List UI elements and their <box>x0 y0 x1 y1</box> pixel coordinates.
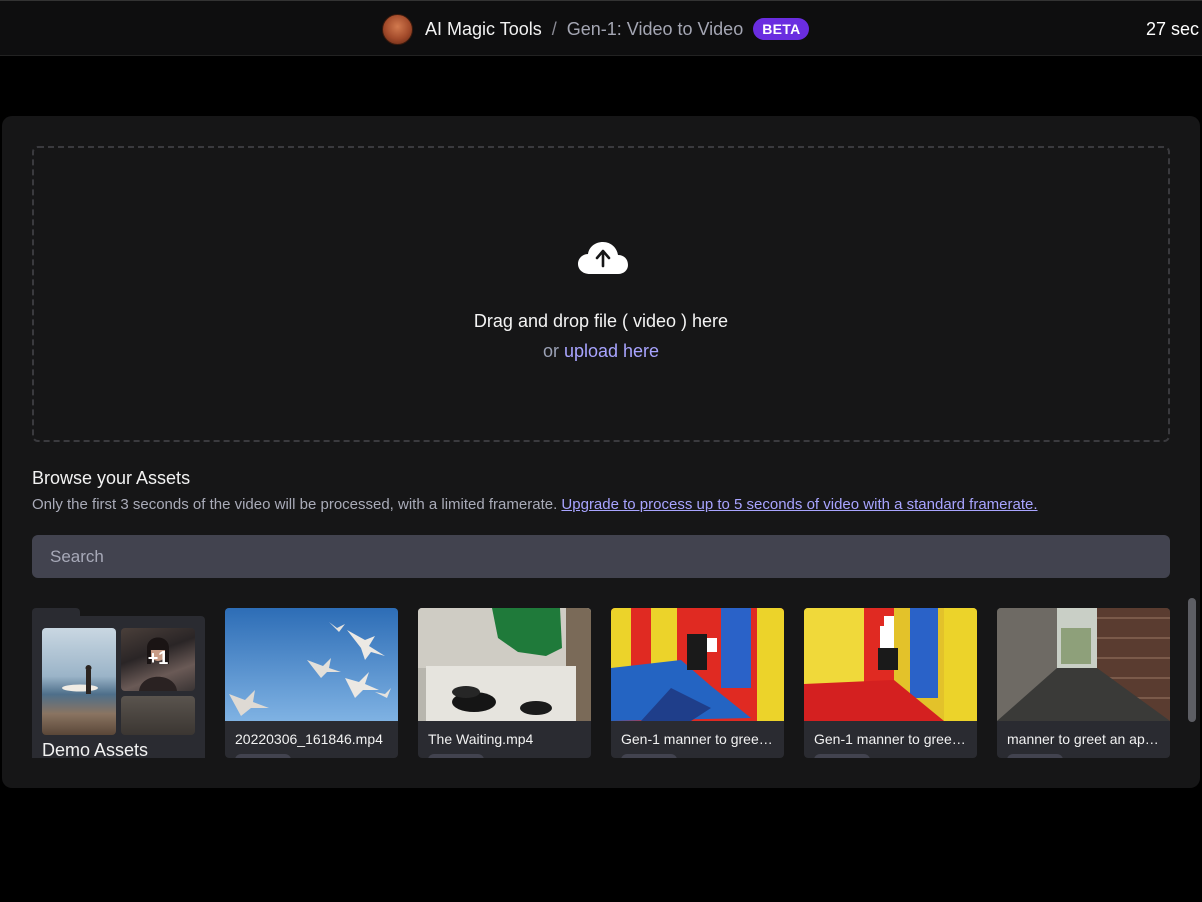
asset-thumbnail-cartoon-hallway <box>804 608 977 721</box>
demo-assets-folder[interactable]: +1 Demo Assets <box>32 608 205 760</box>
asset-title: 20220306_161846.mp4 <box>235 731 383 747</box>
asset-card[interactable]: manner to greet an appl... <box>997 608 1170 758</box>
folder-name: Demo Assets <box>42 740 149 760</box>
user-avatar[interactable] <box>382 13 413 45</box>
cloud-upload-icon <box>578 242 628 274</box>
dropzone-upload-line: or upload here <box>34 341 1168 362</box>
asset-card[interactable]: Gen-1 manner to greet ... <box>804 608 977 758</box>
asset-meta-pill <box>621 754 677 758</box>
assets-scrollbar[interactable] <box>1188 598 1196 722</box>
asset-title: Gen-1 manner to greet ... <box>621 731 774 747</box>
asset-meta-pill <box>235 754 291 758</box>
dropzone-text: Drag and drop file ( video ) here <box>473 311 729 331</box>
breadcrumb-separator: / <box>551 18 557 39</box>
breadcrumb: AI Magic Tools / Gen-1: Video to Video B… <box>382 13 810 45</box>
asset-meta-pill <box>428 754 484 758</box>
asset-meta-pill <box>1007 754 1063 758</box>
folder-thumbnail-street <box>121 696 195 735</box>
assets-processing-note: Only the first 3 seconds of the video wi… <box>32 496 1038 513</box>
asset-card[interactable]: Gen-1 manner to greet ... <box>611 608 784 758</box>
asset-meta-pill <box>814 754 870 758</box>
breadcrumb-app-name[interactable]: AI Magic Tools <box>425 19 542 40</box>
asset-thumbnail-shoes <box>418 608 591 721</box>
folder-thumbnail-surfer <box>42 628 116 735</box>
video-dropzone[interactable]: Drag and drop file ( video ) here or upl… <box>32 146 1170 442</box>
processing-limit-text: Only the first 3 seconds of the video wi… <box>32 496 558 513</box>
assets-search-input[interactable] <box>32 535 1170 578</box>
asset-thumbnail-cartoon-room <box>611 608 784 721</box>
asset-card[interactable]: 20220306_161846.mp4 <box>225 608 398 758</box>
asset-thumbnail-corridor <box>997 608 1170 721</box>
top-bar: AI Magic Tools / Gen-1: Video to Video B… <box>0 0 1202 56</box>
or-text: or <box>542 341 559 361</box>
asset-thumbnail-seagulls <box>225 608 398 721</box>
credits-remaining: 27 sec <box>1146 19 1200 39</box>
asset-card[interactable]: The Waiting.mp4 <box>418 608 591 758</box>
asset-title: The Waiting.mp4 <box>428 731 534 747</box>
breadcrumb-tool-name: Gen-1: Video to Video <box>566 18 744 39</box>
assets-section-title: Browse your Assets <box>32 468 191 488</box>
folder-extra-count: +1 <box>147 648 169 668</box>
asset-title: manner to greet an appl... <box>1007 731 1160 747</box>
upload-here-link[interactable]: upload here <box>564 341 659 361</box>
upgrade-link[interactable]: Upgrade to process up to 5 seconds of vi… <box>561 496 1037 513</box>
beta-badge: BETA <box>753 18 810 40</box>
asset-title: Gen-1 manner to greet ... <box>814 731 967 747</box>
upload-panel: Drag and drop file ( video ) here or upl… <box>2 116 1200 788</box>
